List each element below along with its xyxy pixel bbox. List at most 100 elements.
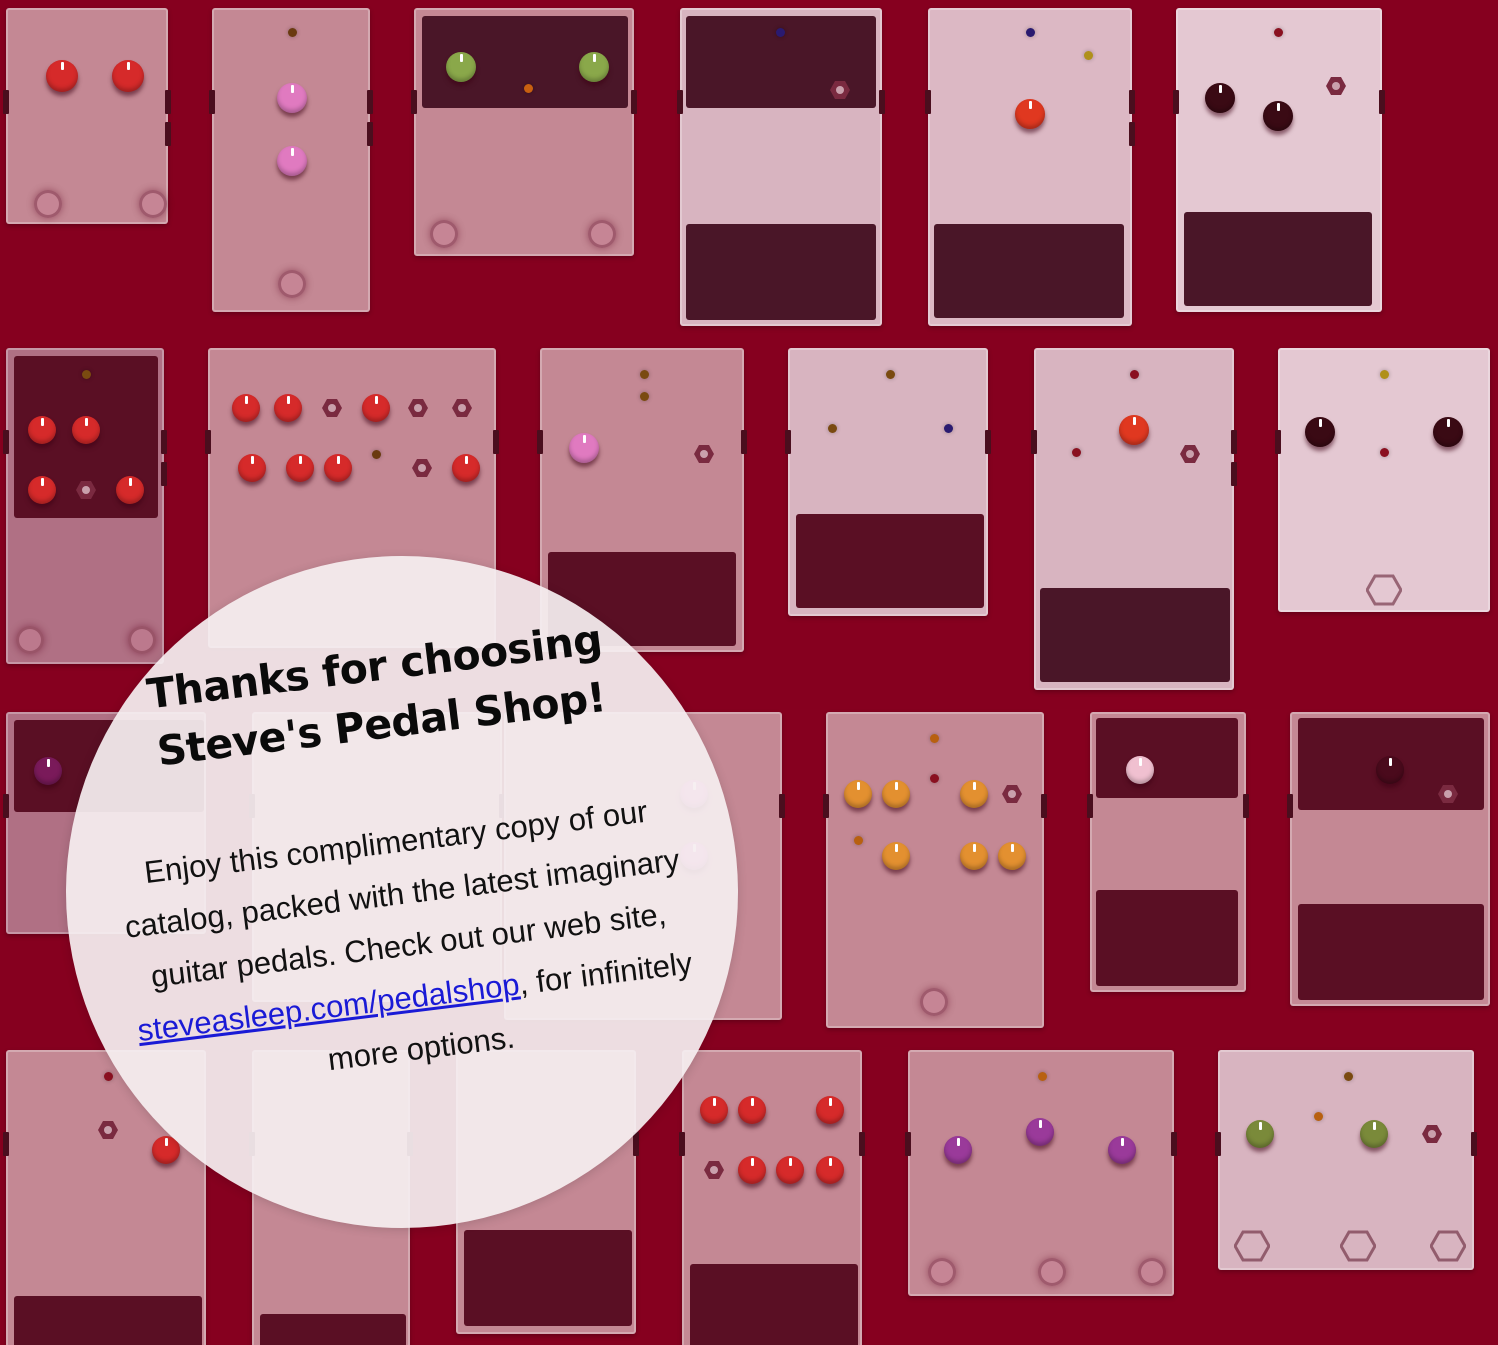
knob-pointer <box>464 456 468 464</box>
toggle-nut-icon <box>322 398 342 418</box>
pedal-knob <box>776 1156 804 1184</box>
pedal-knob <box>112 60 144 92</box>
toggle-nut-icon <box>1326 76 1346 96</box>
status-led <box>639 369 649 379</box>
knob-pointer <box>1372 1122 1376 1130</box>
pedal-panel <box>14 1296 202 1345</box>
pedal-panel <box>1184 212 1372 306</box>
output-jack <box>493 430 499 454</box>
status-led <box>1343 1071 1353 1081</box>
output-jack <box>631 90 637 114</box>
knob-pointer <box>298 456 302 464</box>
pedal-knob <box>960 780 988 808</box>
pedal-knob <box>238 454 266 482</box>
pedal-r3-5 <box>1087 712 1249 992</box>
pedal-r1-3 <box>411 8 637 256</box>
pedal-panel <box>1096 890 1238 986</box>
knob-pointer <box>1038 1120 1042 1128</box>
pedal-knob <box>452 454 480 482</box>
welcome-badge: Thanks for choosing Steve's Pedal Shop! … <box>66 556 738 1228</box>
status-led <box>885 369 895 379</box>
pedal-knob <box>569 433 599 463</box>
input-jack <box>1031 430 1037 454</box>
status-led <box>81 369 91 379</box>
pedal-r2-5 <box>1031 348 1237 690</box>
pedal-knob <box>277 146 307 176</box>
status-led <box>929 733 939 743</box>
output-jack <box>1129 122 1135 146</box>
knob-pointer <box>894 844 898 852</box>
footswitch <box>1038 1258 1066 1286</box>
footswitch <box>920 988 948 1016</box>
input-jack <box>3 1132 9 1156</box>
toggle-nut-icon <box>452 398 472 418</box>
pedal-knob <box>1246 1120 1274 1148</box>
knob-pointer <box>244 396 248 404</box>
pedal-knob <box>944 1136 972 1164</box>
knob-pointer <box>972 782 976 790</box>
status-led <box>775 27 785 37</box>
hex-footswitch-icon <box>1365 574 1403 606</box>
output-jack <box>367 90 373 114</box>
welcome-badge-content: Thanks for choosing Steve's Pedal Shop! … <box>28 518 777 1267</box>
pedal-knob <box>1015 99 1045 129</box>
input-jack <box>1087 794 1093 818</box>
status-led <box>929 773 939 783</box>
knob-pointer <box>1318 419 1322 427</box>
welcome-title: Thanks for choosing Steve's Pedal Shop! <box>77 602 679 789</box>
pedal-r3-6 <box>1287 712 1490 1006</box>
pedal-knob <box>882 780 910 808</box>
knob-pointer <box>290 148 294 156</box>
status-led <box>1273 27 1283 37</box>
status-led <box>371 449 381 459</box>
knob-pointer <box>126 62 130 70</box>
knob-pointer <box>1138 758 1142 766</box>
status-led <box>639 391 649 401</box>
knob-pointer <box>582 435 586 443</box>
knob-pointer <box>84 418 88 426</box>
pedal-knob <box>46 60 78 92</box>
status-led <box>1037 1071 1047 1081</box>
pedal-panel <box>464 1230 632 1326</box>
status-led <box>1379 369 1389 379</box>
pedal-knob <box>1205 83 1235 113</box>
pedal-knob <box>1026 1118 1054 1146</box>
pedal-r2-6 <box>1275 348 1490 612</box>
toggle-nut-icon <box>1180 444 1200 464</box>
pedal-knob <box>998 842 1026 870</box>
input-jack <box>3 90 9 114</box>
toggle-nut-icon <box>1422 1124 1442 1144</box>
pedal-knob <box>277 83 307 113</box>
knob-pointer <box>459 54 463 62</box>
pedal-panel <box>1096 718 1238 798</box>
output-jack <box>879 90 885 114</box>
knob-pointer <box>1258 1122 1262 1130</box>
output-jack <box>1041 794 1047 818</box>
toggle-nut-icon <box>694 444 714 464</box>
toggle-nut-icon <box>830 80 850 100</box>
pedal-knob <box>116 476 144 504</box>
input-jack <box>823 794 829 818</box>
pedal-knob <box>72 416 100 444</box>
pedal-r4-6 <box>1215 1050 1477 1270</box>
footswitch <box>588 220 616 248</box>
input-jack <box>905 1132 911 1156</box>
output-jack <box>1171 1132 1177 1156</box>
knob-pointer <box>1120 1138 1124 1146</box>
knob-pointer <box>828 1098 832 1106</box>
pedal-knob <box>960 842 988 870</box>
pedal-knob <box>1433 417 1463 447</box>
knob-pointer <box>1132 417 1136 425</box>
knob-pointer <box>1218 85 1222 93</box>
status-led <box>853 835 863 845</box>
output-jack <box>779 794 785 818</box>
footswitch <box>430 220 458 248</box>
pedal-panel <box>690 1264 858 1345</box>
pedal-knob <box>579 52 609 82</box>
knob-pointer <box>286 396 290 404</box>
pedal-knob <box>1126 756 1154 784</box>
input-jack <box>1287 794 1293 818</box>
pedal-r3-4 <box>823 712 1047 1028</box>
status-led <box>1025 27 1035 37</box>
pedal-knob <box>1108 1136 1136 1164</box>
